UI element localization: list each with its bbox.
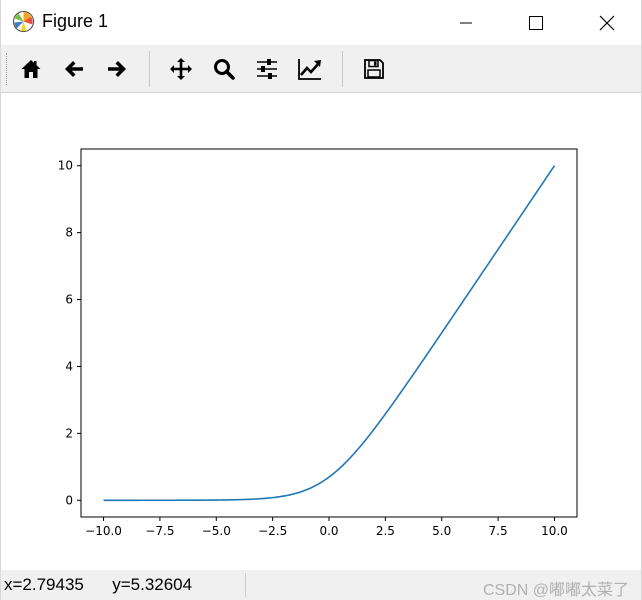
line-chart-icon <box>298 59 321 80</box>
save-button[interactable] <box>359 54 389 84</box>
x-tick-label: −2.5 <box>258 524 287 538</box>
x-tick-label: −7.5 <box>145 524 174 538</box>
window-title: Figure 1 <box>42 11 109 31</box>
sliders-icon <box>257 59 277 79</box>
status-separator <box>245 573 246 597</box>
x-tick-label: 0.0 <box>319 524 338 538</box>
axes-frame <box>80 148 578 518</box>
zoom-button[interactable] <box>209 54 239 84</box>
series-line <box>103 165 556 502</box>
figure-window: Figure 1 −10.0 −7.5 −5.0 −2.5 0.0 2.5 5.… <box>0 0 642 600</box>
toolbar-separator <box>149 51 150 87</box>
x-tick-label: −5.0 <box>202 524 231 538</box>
y-tick-label: 0 <box>65 493 73 507</box>
maximize-button[interactable] <box>513 0 559 45</box>
configure-subplots-button[interactable] <box>252 54 282 84</box>
move-icon <box>170 58 192 80</box>
x-tick-label: −10.0 <box>85 524 122 538</box>
edit-axis-button[interactable] <box>295 54 325 84</box>
minimize-icon <box>460 22 472 23</box>
minimize-button[interactable] <box>443 0 489 45</box>
maximize-icon <box>529 15 543 30</box>
navigation-toolbar <box>1 45 641 93</box>
x-tick-label: 5.0 <box>432 524 451 538</box>
matplotlib-logo-icon <box>12 10 35 33</box>
close-button[interactable] <box>584 0 630 45</box>
arrow-left-icon <box>65 61 83 77</box>
y-tick-label: 8 <box>65 226 73 240</box>
x-tick-label: 2.5 <box>376 524 395 538</box>
watermark: CSDN @嘟嘟太菜了 <box>482 582 629 599</box>
line-chart[interactable]: −10.0 −7.5 −5.0 −2.5 0.0 2.5 5.0 7.5 10.0 0 2 4 6 8 1… <box>1 93 641 570</box>
home-button[interactable] <box>16 54 46 84</box>
forward-button[interactable] <box>102 54 132 84</box>
y-axis-ticks: 0 2 4 6 8 10 <box>58 159 81 507</box>
x-tick-label: 7.5 <box>489 524 508 538</box>
floppy-disk-icon <box>364 59 384 79</box>
x-tick-label: 10.0 <box>541 524 568 538</box>
cursor-coordinates: x=2.79435 y=5.32604 <box>4 575 193 594</box>
toolbar-separator <box>342 51 343 87</box>
y-tick-label: 4 <box>65 359 73 373</box>
back-button[interactable] <box>59 54 89 84</box>
y-tick-label: 6 <box>65 293 73 307</box>
home-icon <box>21 60 41 78</box>
toolbar-grip <box>6 53 9 85</box>
pan-button[interactable] <box>166 54 196 84</box>
y-tick-label: 2 <box>65 426 73 440</box>
magnifier-icon <box>214 59 235 80</box>
y-tick-label: 10 <box>58 159 73 173</box>
figure-canvas[interactable]: −10.0 −7.5 −5.0 −2.5 0.0 2.5 5.0 7.5 10.0 0 2 4 6 8 1… <box>1 93 641 570</box>
x-axis-ticks: −10.0 −7.5 −5.0 −2.5 0.0 2.5 5.0 7.5 10.0 <box>85 517 568 538</box>
arrow-right-icon <box>108 61 126 77</box>
title-bar[interactable]: Figure 1 <box>1 0 641 45</box>
close-icon <box>599 15 615 30</box>
